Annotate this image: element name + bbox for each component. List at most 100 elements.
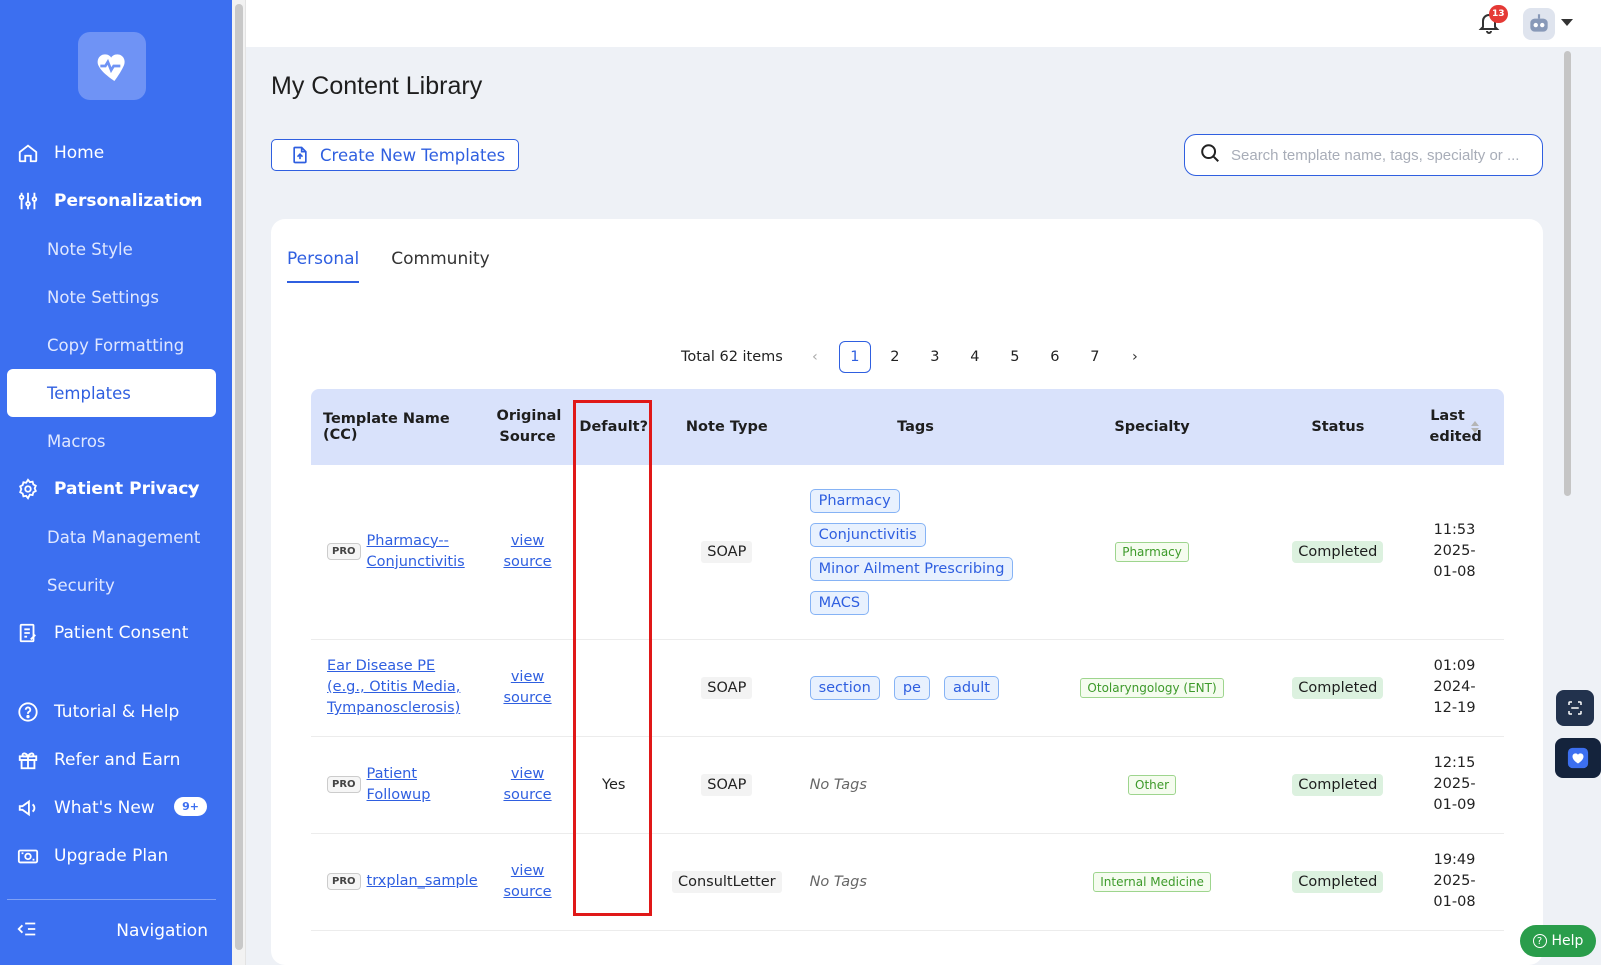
status-cell: Completed xyxy=(1270,465,1405,640)
sidebar-item-macros[interactable]: Macros xyxy=(7,417,216,465)
robot-avatar-icon xyxy=(1530,14,1548,32)
sidebar-item-note-settings[interactable]: Note Settings xyxy=(7,273,216,321)
edited-time: 11:53 xyxy=(1433,522,1476,539)
shield-gear-icon xyxy=(16,477,40,501)
page-3[interactable]: 3 xyxy=(919,341,951,373)
main-scrollbar-thumb[interactable] xyxy=(1564,51,1571,496)
col-last-edited-label: Last edited xyxy=(1429,408,1482,445)
tab-community[interactable]: Community xyxy=(391,239,489,283)
col-last-edited[interactable]: Last edited xyxy=(1404,389,1504,465)
chevron-down-icon xyxy=(184,191,202,214)
question-icon: ? xyxy=(1532,934,1547,948)
sidebar-item-label: Patient Privacy xyxy=(54,479,200,499)
sidebar-item-templates[interactable]: Templates xyxy=(7,369,216,417)
page-1[interactable]: 1 xyxy=(838,341,871,373)
sidebar-item-personalization[interactable]: Personalization xyxy=(7,177,216,225)
prev-page-icon[interactable]: ‹ xyxy=(799,341,831,373)
sort-icon[interactable] xyxy=(1471,421,1480,433)
search-icon xyxy=(1199,142,1221,168)
sidebar-item-whats-new[interactable]: What's New 9+ xyxy=(7,784,216,832)
template-name-link[interactable]: Patient Followup xyxy=(367,764,437,806)
screen-capture-button[interactable] xyxy=(1556,690,1594,726)
sidebar-item-upgrade-plan[interactable]: Upgrade Plan xyxy=(7,832,216,880)
tag-chip[interactable]: Conjunctivitis xyxy=(809,522,926,547)
search-input[interactable] xyxy=(1231,146,1531,164)
tag-chip[interactable]: Pharmacy xyxy=(809,488,900,513)
specialty-cell: Other xyxy=(1033,736,1271,834)
edited-time: 12:15 xyxy=(1433,755,1476,771)
main-scrollbar[interactable] xyxy=(1563,47,1573,965)
template-name-link[interactable]: Ear Disease PE (e.g., Otitis Media, Tymp… xyxy=(327,656,472,719)
sidebar-item-label: Tutorial & Help xyxy=(54,702,180,722)
tag-chip[interactable]: pe xyxy=(893,675,930,700)
tag-chip[interactable]: section xyxy=(809,675,880,700)
tag-chip[interactable]: adult xyxy=(943,675,999,700)
tags-cell: Pharmacy Conjunctivitis Minor Ailment Pr… xyxy=(797,465,1034,640)
last-edited-cell: 12:15 2025- 01-09 xyxy=(1404,736,1504,834)
last-edited-cell: 19:49 2025- 01-08 xyxy=(1404,833,1504,931)
navigation-collapse-button[interactable]: Navigation xyxy=(7,913,216,949)
page-6[interactable]: 6 xyxy=(1039,341,1071,373)
sidebar-item-label: Copy Formatting xyxy=(47,335,185,355)
col-original-source: Original Source xyxy=(483,389,572,465)
tab-personal[interactable]: Personal xyxy=(287,239,360,283)
edited-date-year: 2025- xyxy=(1433,776,1476,792)
sidebar-item-label: What's New xyxy=(54,798,155,818)
template-name-link[interactable]: Pharmacy--Conjunctivitis xyxy=(367,531,467,573)
sidebar-scrollbar-thumb[interactable] xyxy=(235,4,243,950)
note-type-cell: SOAP xyxy=(656,465,798,640)
edited-date-day: 01-09 xyxy=(1433,797,1476,813)
page-5[interactable]: 5 xyxy=(999,341,1031,373)
collapse-menu-icon xyxy=(16,918,38,945)
template-name-link[interactable]: trxplan_sample xyxy=(367,871,478,892)
sidebar-item-data-management[interactable]: Data Management xyxy=(7,513,216,561)
specialty-cell: Otolaryngology (ENT) xyxy=(1033,639,1271,737)
col-default: Default? xyxy=(571,389,657,465)
page-2[interactable]: 2 xyxy=(879,341,911,373)
help-button[interactable]: ? Help xyxy=(1520,925,1596,957)
file-upload-icon xyxy=(290,145,310,165)
tag-chip[interactable]: Minor Ailment Prescribing xyxy=(809,556,1014,581)
avatar[interactable] xyxy=(1523,8,1555,40)
status-badge: Completed xyxy=(1292,773,1384,796)
table-row: PRO Patient Followup view source Yes SOAP… xyxy=(311,736,1504,834)
sidebar-item-patient-privacy[interactable]: Patient Privacy xyxy=(7,465,216,513)
template-search[interactable] xyxy=(1184,134,1543,176)
sidebar: Home Personalization Note Style Note Set… xyxy=(0,0,232,965)
app-logo[interactable] xyxy=(78,32,146,100)
tags-cell: section pe adult xyxy=(797,639,1034,737)
tab-bar: Personal Community xyxy=(287,239,522,283)
sidebar-item-copy-formatting[interactable]: Copy Formatting xyxy=(7,321,216,369)
note-type-value: SOAP xyxy=(701,773,753,796)
sidebar-item-home[interactable]: Home xyxy=(7,129,216,177)
templates-table: Template Name (CC) Original Source Defau… xyxy=(311,389,1504,931)
notification-count-badge: 13 xyxy=(1489,5,1508,23)
pro-badge: PRO xyxy=(327,543,361,561)
app-widget-button[interactable] xyxy=(1555,738,1601,778)
sidebar-item-patient-consent[interactable]: Patient Consent xyxy=(7,609,216,657)
view-source-link[interactable]: view source xyxy=(503,764,553,806)
next-page-icon[interactable]: › xyxy=(1119,341,1151,373)
megaphone-icon xyxy=(16,796,40,820)
page-7[interactable]: 7 xyxy=(1079,341,1111,373)
sidebar-item-note-style[interactable]: Note Style xyxy=(7,225,216,273)
sidebar-item-security[interactable]: Security xyxy=(7,561,216,609)
note-type-value: SOAP xyxy=(701,676,753,699)
default-cell xyxy=(571,465,657,640)
create-template-button[interactable]: Create New Templates xyxy=(271,139,519,171)
view-source-link[interactable]: view source xyxy=(503,531,553,573)
sidebar-item-refer-earn[interactable]: Refer and Earn xyxy=(7,736,216,784)
last-edited-cell: 11:53 2025- 01-08 xyxy=(1404,465,1504,640)
no-tags-text: No Tags xyxy=(809,776,867,793)
account-dropdown-icon[interactable] xyxy=(1561,19,1573,26)
page-4[interactable]: 4 xyxy=(959,341,991,373)
default-cell xyxy=(571,639,657,737)
view-source-link[interactable]: view source xyxy=(503,861,553,903)
help-label: Help xyxy=(1551,933,1584,949)
sidebar-scrollbar[interactable] xyxy=(232,0,246,965)
tag-chip[interactable]: MACS xyxy=(809,590,870,615)
create-template-label: Create New Templates xyxy=(320,145,506,165)
sidebar-item-tutorial-help[interactable]: Tutorial & Help xyxy=(7,688,216,736)
help-circle-icon xyxy=(16,700,40,724)
view-source-link[interactable]: view source xyxy=(503,667,553,709)
